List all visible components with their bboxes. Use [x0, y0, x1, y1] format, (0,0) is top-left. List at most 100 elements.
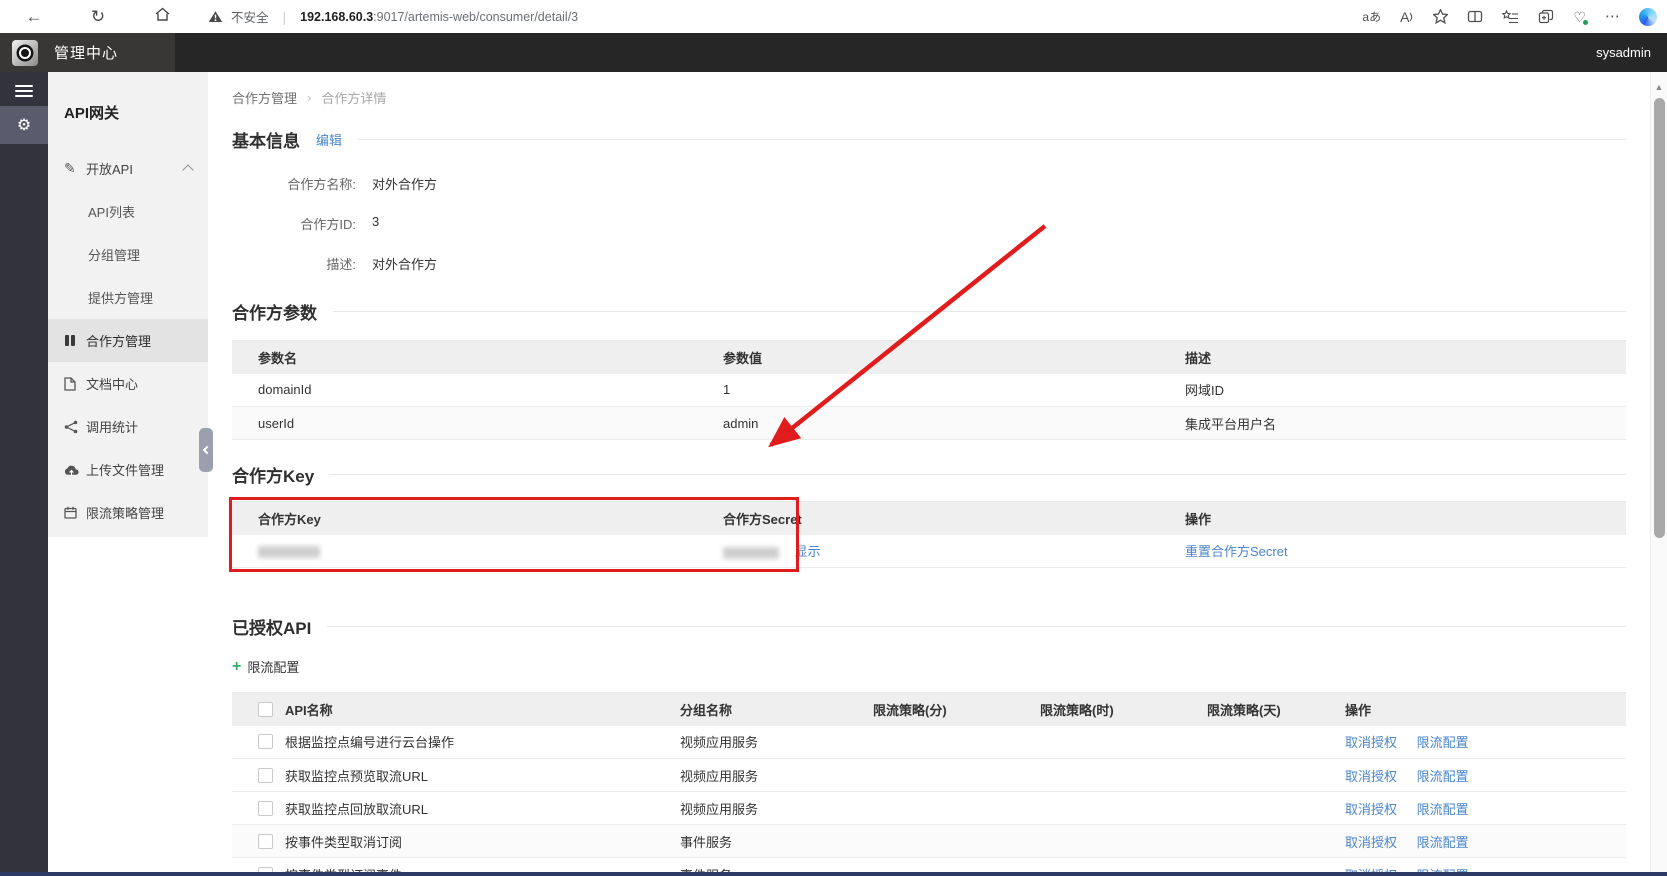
field-description: 描述: 对外合作方 [326, 257, 438, 272]
split-screen-icon[interactable] [1467, 9, 1483, 24]
translate-icon[interactable]: aあ [1362, 11, 1381, 23]
divider-line [327, 626, 1626, 627]
divider-line [330, 474, 1626, 475]
section-title-key: 合作方Key [232, 467, 315, 486]
share-icon [64, 420, 86, 434]
not-secure-warning-icon [208, 11, 223, 22]
favorite-star-icon[interactable] [1433, 9, 1449, 24]
sidebar: API网关 ✎ 开放API API列表 分组管理 提供方管理 合作方管理 文档中… [48, 72, 208, 537]
reload-icon[interactable]: ↻ [86, 7, 110, 27]
params-table: 参数名 参数值 描述 domainId 1 网域ID userId admin … [232, 340, 1626, 440]
row-checkbox[interactable] [258, 734, 273, 750]
favorites-bar-icon[interactable] [1502, 9, 1519, 24]
rate-limit-config-link[interactable]: 限流配置 [1417, 769, 1469, 784]
browser-toolbar: ← ↻ 不安全 | 192.168.60.3:9017/artemis-web/… [0, 0, 1667, 33]
app-header: 管理中心 sysadmin [0, 33, 1667, 72]
masked-secret-value [723, 546, 779, 559]
reset-secret-link[interactable]: 重置合作方Secret [1185, 544, 1288, 559]
rate-limit-config-link[interactable]: 限流配置 [1417, 735, 1469, 750]
scrollbar-up-arrow[interactable]: ▲ [1651, 82, 1667, 92]
app-title: 管理中心 [54, 45, 119, 62]
sidebar-section-title: API网关 [64, 105, 120, 122]
revoke-auth-link[interactable]: 取消授权 [1345, 802, 1397, 817]
copilot-icon[interactable] [1639, 7, 1657, 26]
revoke-auth-link[interactable]: 取消授权 [1345, 769, 1397, 784]
section-title-authorized-api: 已授权API [232, 619, 312, 638]
sidebar-item-provider-management[interactable]: 提供方管理 [48, 276, 208, 319]
sidebar-item-open-api[interactable]: ✎ 开放API [48, 147, 208, 190]
table-row: userId admin 集成平台用户名 [232, 406, 1626, 440]
collections-icon[interactable] [1538, 9, 1554, 24]
rate-limit-config-link[interactable]: 限流配置 [1417, 835, 1469, 850]
sidebar-item-api-list[interactable]: API列表 [48, 190, 208, 233]
cloud-upload-icon [64, 464, 86, 476]
user-menu[interactable]: sysadmin [1596, 45, 1651, 60]
screen: ← ↻ 不安全 | 192.168.60.3:9017/artemis-web/… [0, 0, 1667, 876]
read-aloud-icon[interactable]: A [1400, 10, 1414, 24]
left-rail: ⚙ [0, 72, 48, 872]
chevron-up-icon [182, 164, 194, 176]
section-title-params: 合作方参数 [232, 304, 317, 323]
row-checkbox[interactable] [258, 833, 273, 849]
app-logo-icon [12, 39, 38, 66]
sidebar-item-group-management[interactable]: 分组管理 [48, 233, 208, 276]
home-icon[interactable] [150, 6, 174, 27]
window-bottom-edge [0, 872, 1667, 876]
key-table-wrap: 合作方Key 合作方Secret 操作 显示 重置合作方Secret [229, 497, 1626, 572]
table-row: domainId 1 网域ID [232, 373, 1626, 407]
calendar-icon [64, 506, 86, 519]
brand: 管理中心 [0, 33, 175, 72]
address-bar[interactable]: 不安全 | 192.168.60.3:9017/artemis-web/cons… [208, 7, 1362, 26]
api-header: 已授权API [232, 614, 1626, 639]
key-table-row: 显示 重置合作方Secret [232, 534, 1626, 568]
sidebar-item-partner-management[interactable]: 合作方管理 [48, 319, 208, 362]
edit-link[interactable]: 编辑 [316, 130, 342, 149]
api-table-row: 获取监控点预览取流URL 视频应用服务 取消授权 限流配置 [232, 758, 1626, 792]
sidebar-item-rate-limit-policy[interactable]: 限流策略管理 [48, 491, 208, 534]
gear-icon[interactable]: ⚙ [0, 106, 48, 144]
settings-more-icon[interactable]: ⋯ [1605, 9, 1620, 24]
back-icon[interactable]: ← [22, 7, 46, 27]
select-all-checkbox[interactable] [258, 701, 273, 717]
url-text: 192.168.60.3:9017/artemis-web/consumer/d… [300, 9, 579, 24]
browser-essentials-icon[interactable]: ♡ [1573, 10, 1589, 26]
api-table-row: 按事件类型订阅事件 事件服务 取消授权 限流配置 [232, 857, 1626, 872]
masked-key-value [258, 545, 320, 558]
show-secret-link[interactable]: 显示 [795, 544, 821, 559]
plus-icon: + [232, 657, 242, 675]
breadcrumb-partner-management[interactable]: 合作方管理 [232, 88, 297, 107]
api-table-row: 按事件类型取消订阅 事件服务 取消授权 限流配置 [232, 824, 1626, 858]
sidebar-item-doc-center[interactable]: 文档中心 [48, 362, 208, 405]
document-icon [64, 376, 86, 391]
main-content: 合作方管理 › 合作方详情 基本信息 编辑 合作方名称: 对外合作方 合作方ID… [208, 72, 1650, 872]
breadcrumb-separator: › [307, 90, 312, 105]
basic-info-fields: 合作方名称: 对外合作方 合作方ID: 3 描述: 对外合作方 [232, 174, 1626, 273]
row-checkbox[interactable] [258, 800, 273, 816]
add-rate-limit-button[interactable]: + 限流配置 [232, 657, 1626, 676]
key-table-header: 合作方Key 合作方Secret 操作 [232, 501, 1626, 535]
authorized-api-table: API名称 分组名称 限流策略(分) 限流策略(时) 限流策略(天) 操作 根据… [232, 692, 1626, 872]
columns-icon [64, 334, 86, 347]
key-table: 合作方Key 合作方Secret 操作 显示 重置合作方Secret [232, 501, 1626, 568]
sidebar-collapse-handle[interactable] [199, 428, 213, 472]
revoke-auth-link[interactable]: 取消授权 [1345, 735, 1397, 750]
api-table-header: API名称 分组名称 限流策略(分) 限流策略(时) 限流策略(天) 操作 [232, 692, 1626, 726]
key-header: 合作方Key [232, 462, 1626, 487]
security-label: 不安全 [231, 11, 269, 25]
basic-info-header: 基本信息 编辑 [232, 127, 1626, 152]
divider: | [282, 8, 287, 25]
params-header: 合作方参数 [232, 299, 1626, 324]
params-table-header: 参数名 参数值 描述 [232, 340, 1626, 374]
api-table-row: 获取监控点回放取流URL 视频应用服务 取消授权 限流配置 [232, 791, 1626, 825]
section-title-basic-info: 基本信息 [232, 132, 300, 151]
revoke-auth-link[interactable]: 取消授权 [1345, 835, 1397, 850]
rate-limit-config-link[interactable]: 限流配置 [1417, 802, 1469, 817]
row-checkbox[interactable] [258, 767, 273, 783]
sidebar-item-upload-file-management[interactable]: 上传文件管理 [48, 448, 208, 491]
field-partner-name: 合作方名称: 对外合作方 [287, 177, 438, 192]
sidebar-item-call-statistics[interactable]: 调用统计 [48, 405, 208, 448]
hamburger-menu-icon[interactable] [15, 85, 33, 97]
scrollbar-thumb[interactable] [1654, 98, 1665, 538]
scrollbar-track[interactable]: ▲ [1650, 72, 1667, 872]
breadcrumb-partner-detail: 合作方详情 [321, 91, 387, 106]
